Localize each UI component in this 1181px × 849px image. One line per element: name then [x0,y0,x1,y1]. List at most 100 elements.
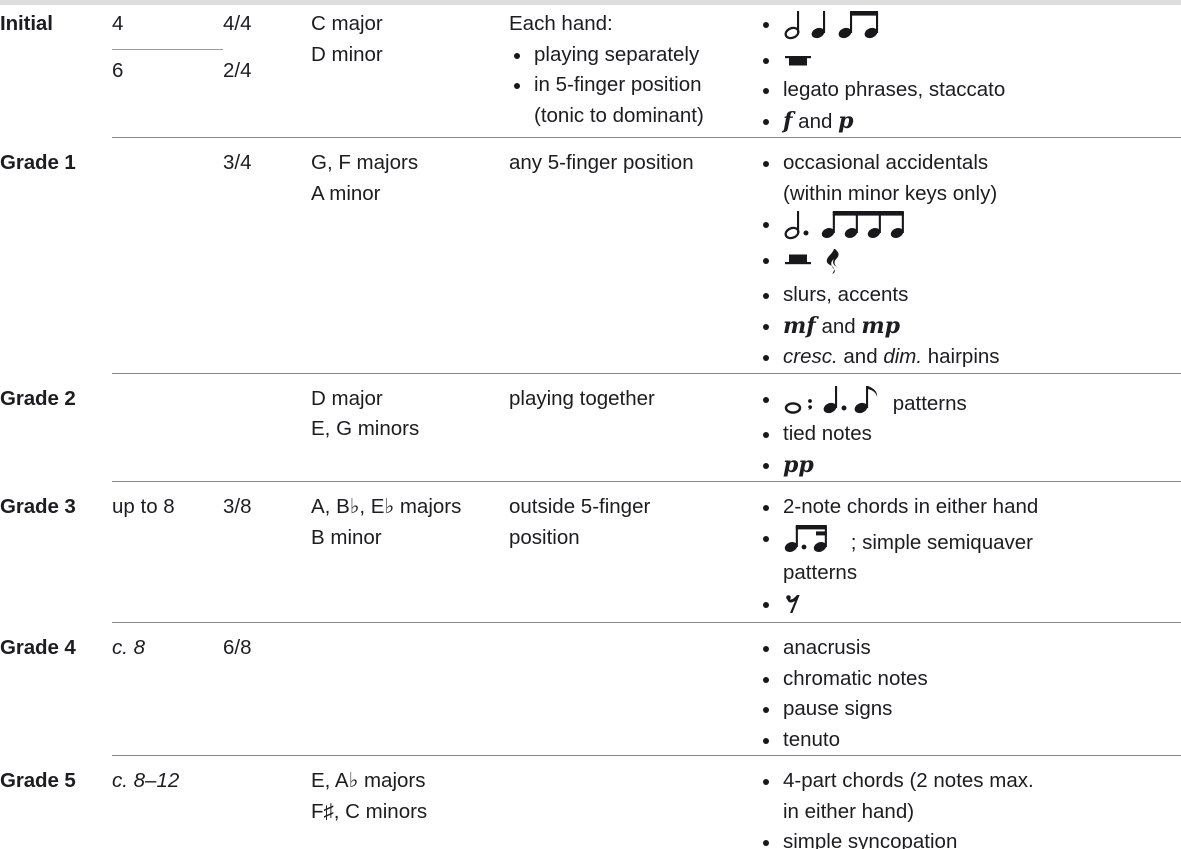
cell-keys: C major D minor [311,0,509,138]
hands-bullet-list: playing separately in 5-finger position … [509,40,758,132]
cell-hands: playing together [509,373,758,482]
list-item-notation [758,9,1181,45]
cell-hands: outside 5-finger position [509,482,758,623]
list-item: chromatic notes [758,664,1181,695]
cell-grade: Grade 1 [0,138,112,374]
table-row: Grade 2 D major E, G minors playing toge… [0,373,1181,482]
bars-primary: 4 [112,9,223,40]
list-item-italic: cresc. and dim. hairpins [758,342,1181,373]
key-item: B minor [311,523,509,554]
cell-grade: Grade 4 [0,623,112,756]
table-row: Grade 3 up to 8 3/8 A, B♭, E♭ majors B m… [0,482,1181,623]
term-crescendo: cresc. [783,345,838,368]
time-secondary: 2/4 [223,56,311,87]
cell-hands: Each hand: playing separately in 5-finge… [509,0,758,138]
term-diminuendo: dim. [883,345,922,368]
cell-grade: Grade 5 [0,756,112,849]
cell-features: patterns tied notes pp [758,373,1181,482]
list-item-label: in 5-finger position [534,73,702,96]
list-item-dynamics: pp [758,450,1181,482]
cell-features: anacrusis chromatic notes pause signs te… [758,623,1181,756]
key-item: A, B♭, E♭ majors [311,492,509,523]
features-bullet-list: 2-note chords in either hand [758,492,1181,622]
list-item: tied notes [758,419,1181,450]
key-item: D major [311,384,509,415]
table-row: Initial 4 6 4/4 2/4 C major D minor Each… [0,0,1181,138]
list-item-notation [758,589,1181,623]
cell-hands [509,623,758,756]
table-row: Grade 1 3/4 G, F majors A minor any 5-fi… [0,138,1181,374]
hands-intro: Each hand: [509,9,758,40]
list-item: slurs, accents [758,280,1181,311]
top-clipped-band [0,0,1181,5]
notation-caption: patterns [893,392,967,415]
term-hairpins: hairpins [928,345,1000,368]
time-primary: 4/4 [223,9,311,40]
dotted-quaver-semiquaver-icon [783,523,845,555]
quaver-rest-icon [783,589,809,619]
key-item: A minor [311,179,509,210]
cell-keys: D major E, G minors [311,373,509,482]
list-item-notation: patterns [758,384,1181,420]
list-item-notation [758,245,1181,281]
notation-caption-line2: patterns [783,558,1181,589]
cell-features: legato phrases, staccato f and p [758,0,1181,138]
list-item: anacrusis [758,633,1181,664]
cell-keys: A, B♭, E♭ majors B minor [311,482,509,623]
key-item: E, A♭ majors [311,766,509,797]
list-item: in 5-finger position (tonic to dominant) [509,70,758,131]
grade-label: Grade 4 [0,633,112,664]
key-item: G, F majors [311,148,509,179]
grade-label: Initial [0,9,112,40]
features-bullet-list: occasional accidentals (within minor key… [758,148,1181,373]
semibreve-rest-icon [783,46,817,72]
joiner-and: and [843,345,877,368]
semibreve-dotted-crotchet-quaver-icon [783,384,887,416]
key-item: C major [311,9,509,40]
time-subrule-spacer [223,49,311,50]
key-item: F♯, C minors [311,797,509,828]
bars-subrule [112,49,223,50]
cell-time-signature [223,373,311,482]
list-item-continuation: in either hand) [783,797,1181,828]
cell-bars: 4 6 [112,0,223,138]
minim-crotchet-quavers-icon [783,9,889,41]
hands-intro: playing together [509,384,758,415]
list-item: pause signs [758,694,1181,725]
hands-intro: any 5-finger position [509,148,758,179]
syllabus-table: Initial 4 6 4/4 2/4 C major D minor Each… [0,0,1181,849]
hands-continuation: position [509,523,758,554]
dynamic-pianissimo: pp [783,452,814,478]
key-item: E, G minors [311,414,509,445]
list-item-notation: ; simple semiquaver patterns [758,523,1181,589]
cell-bars: c. 8 [112,623,223,756]
list-item-label: occasional accidentals [783,151,988,174]
bars-secondary: 6 [112,56,223,87]
notation-caption: ; simple semiquaver [851,531,1033,554]
grade-label: Grade 1 [0,148,112,179]
cell-keys: E, A♭ majors F♯, C minors [311,756,509,849]
list-item: 2-note chords in either hand [758,492,1181,523]
list-item-continuation: (within minor keys only) [783,179,1181,210]
list-item: tenuto [758,725,1181,756]
cell-hands [509,756,758,849]
hands-intro: outside 5-finger [509,492,758,523]
time-primary: 3/8 [223,492,311,523]
list-item-dynamics: mf and mp [758,311,1181,343]
cell-keys: G, F majors A minor [311,138,509,374]
table-row: Grade 5 c. 8–12 E, A♭ majors F♯, C minor… [0,756,1181,849]
cell-time-signature: 3/8 [223,482,311,623]
grade-label: Grade 2 [0,384,112,415]
cell-features: 2-note chords in either hand [758,482,1181,623]
cell-keys [311,623,509,756]
list-item-notation [758,209,1181,245]
features-bullet-list: legato phrases, staccato f and p [758,9,1181,137]
features-bullet-list: patterns tied notes pp [758,384,1181,482]
dynamic-mezzo-forte: mf [783,313,816,339]
minim-rest-crotchet-rest-icon [783,245,857,277]
list-item-continuation: (tonic to dominant) [534,101,758,132]
dynamics-joiner: and [798,110,832,133]
cell-hands: any 5-finger position [509,138,758,374]
features-bullet-list: anacrusis chromatic notes pause signs te… [758,633,1181,755]
table-row: Grade 4 c. 8 6/8 anacrusis chromatic not… [0,623,1181,756]
